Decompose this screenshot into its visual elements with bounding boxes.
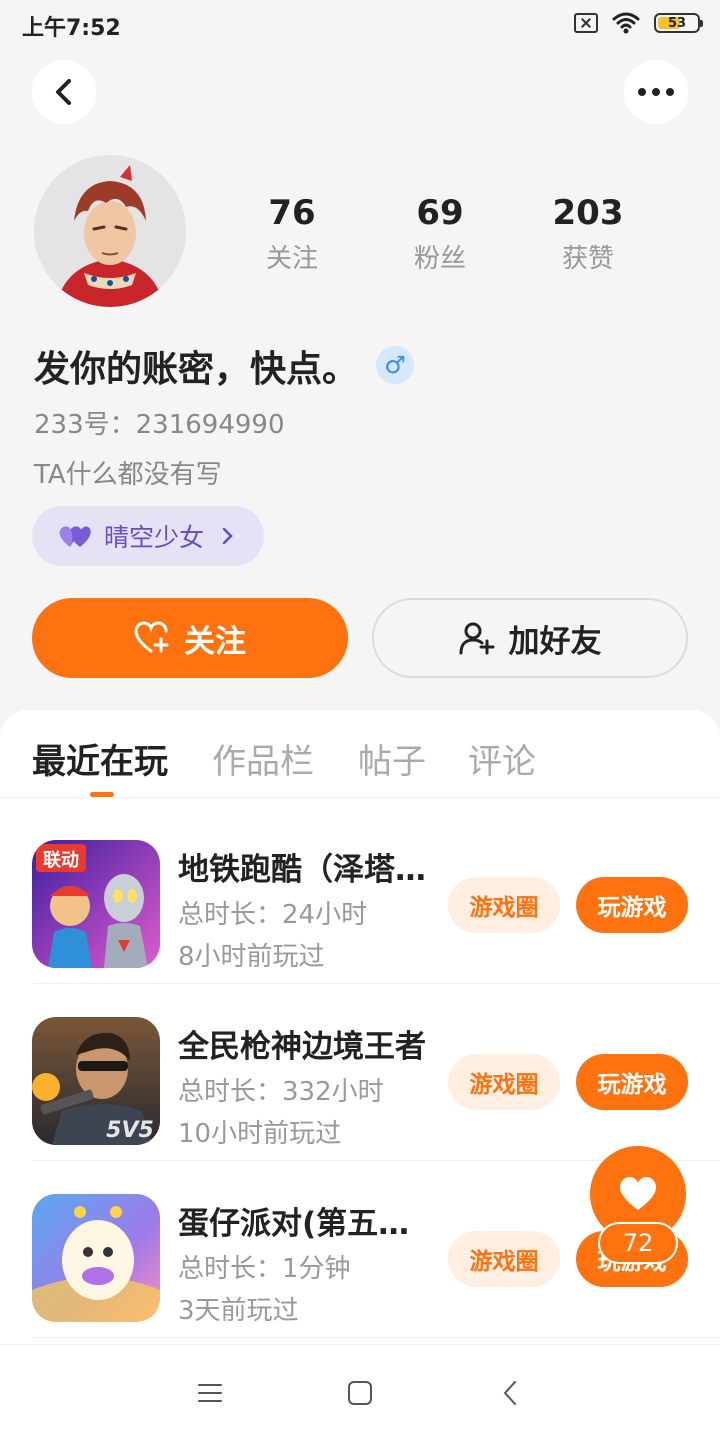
system-nav-bar xyxy=(0,1344,720,1440)
stat-label: 获赞 xyxy=(561,244,614,274)
relationship-tag[interactable]: 晴空少女 xyxy=(32,506,264,566)
heart-plus-icon xyxy=(134,621,169,653)
game-icon-text: 联动 xyxy=(43,850,79,871)
subway-surfers-icon: 联动 xyxy=(32,840,160,968)
wifi-icon xyxy=(612,12,640,34)
stat-value: 69 xyxy=(416,193,464,233)
game-icon xyxy=(32,1194,160,1322)
back-arrow-icon xyxy=(56,79,71,105)
add-user-icon xyxy=(459,622,494,655)
add-friend-button[interactable]: 加好友 xyxy=(372,598,688,678)
home-square-icon xyxy=(348,1381,372,1405)
nav-back-icon xyxy=(503,1381,516,1405)
menu-icon xyxy=(198,1384,222,1402)
stat-following[interactable]: 76 关注 xyxy=(218,192,366,275)
chevron-right-icon xyxy=(222,527,233,545)
play-game-button[interactable]: 玩游戏 xyxy=(576,877,688,933)
home-button[interactable] xyxy=(340,1373,380,1413)
avatar[interactable] xyxy=(34,155,186,307)
follow-button[interactable]: 关注 xyxy=(32,598,348,678)
game-icon-text: 5V5 xyxy=(106,1118,154,1143)
status-time: 上午7:52 xyxy=(22,16,121,41)
tab-works[interactable]: 作品栏 xyxy=(212,734,314,783)
status-icons: 53 xyxy=(574,12,703,34)
game-last-played: 8小时前玩过 xyxy=(178,942,325,972)
add-friend-label: 加好友 xyxy=(508,623,602,660)
nickname: 发你的账密，快点。 xyxy=(34,349,359,390)
stat-followers[interactable]: 69 粉丝 xyxy=(366,192,514,275)
game-icon: 联动 xyxy=(32,840,160,968)
profile-stats: 76 关注 69 粉丝 203 获赞 xyxy=(218,192,662,275)
tab-comments[interactable]: 评论 xyxy=(468,734,536,783)
game-circle-button[interactable]: 游戏圈 xyxy=(448,1231,560,1287)
double-heart-icon xyxy=(59,526,91,547)
male-gender-icon: ♂ xyxy=(376,346,414,384)
heart-icon xyxy=(620,1177,656,1210)
more-button[interactable] xyxy=(624,60,688,124)
game-title: 全民枪神边境王者 xyxy=(178,1029,426,1065)
game-circle-button[interactable]: 游戏圈 xyxy=(448,1054,560,1110)
game-duration: 总时长：332小时 xyxy=(178,1077,384,1107)
shooter-game-icon: 5V5 xyxy=(32,1017,160,1145)
game-circle-button[interactable]: 游戏圈 xyxy=(448,877,560,933)
stat-value: 76 xyxy=(268,193,316,233)
stat-likes[interactable]: 203 获赞 xyxy=(514,192,662,275)
more-dots-icon xyxy=(638,88,674,96)
game-icon: 5V5 xyxy=(32,1017,160,1145)
back-button[interactable] xyxy=(32,60,96,124)
game-title: 地铁跑酷（泽塔… xyxy=(178,852,426,888)
tab-recent-played[interactable]: 最近在玩 xyxy=(32,734,168,783)
game-title: 蛋仔派对(第五… xyxy=(178,1206,410,1242)
game-duration: 总时长：1分钟 xyxy=(178,1254,351,1284)
play-game-button[interactable]: 玩游戏 xyxy=(576,1054,688,1110)
game-row[interactable]: 5V5 全民枪神边境王者 总时长：332小时 10小时前玩过 游戏圈 玩游戏 xyxy=(32,985,720,1161)
game-row[interactable]: 联动 地铁跑酷（泽塔… 总时长：24小时 8小时前玩过 游戏圈 玩游戏 xyxy=(32,808,720,984)
tab-indicator xyxy=(90,792,114,797)
stat-label: 关注 xyxy=(265,244,318,274)
game-duration: 总时长：24小时 xyxy=(178,900,368,930)
game-last-played: 10小时前玩过 xyxy=(178,1119,342,1149)
tag-label: 晴空少女 xyxy=(104,523,205,552)
no-sim-icon xyxy=(574,13,598,33)
nav-back-button[interactable] xyxy=(490,1373,530,1413)
like-count: 72 xyxy=(598,1222,678,1264)
eggy-party-icon xyxy=(32,1194,160,1322)
tab-posts[interactable]: 帖子 xyxy=(358,734,426,783)
menu-button[interactable] xyxy=(190,1373,230,1413)
battery-icon: 53 xyxy=(654,13,703,33)
avatar-image xyxy=(34,155,186,307)
follow-label: 关注 xyxy=(184,623,246,660)
profile-tabs: 最近在玩 作品栏 帖子 评论 xyxy=(0,710,720,798)
bio-text: TA什么都没有写 xyxy=(34,460,222,490)
stat-label: 粉丝 xyxy=(413,244,466,274)
battery-level: 53 xyxy=(667,15,687,31)
game-last-played: 3天前玩过 xyxy=(178,1296,299,1326)
status-bar: 上午7:52 53 xyxy=(0,0,720,50)
stat-value: 203 xyxy=(552,193,624,233)
user-id: 233号：231694990 xyxy=(34,410,285,440)
